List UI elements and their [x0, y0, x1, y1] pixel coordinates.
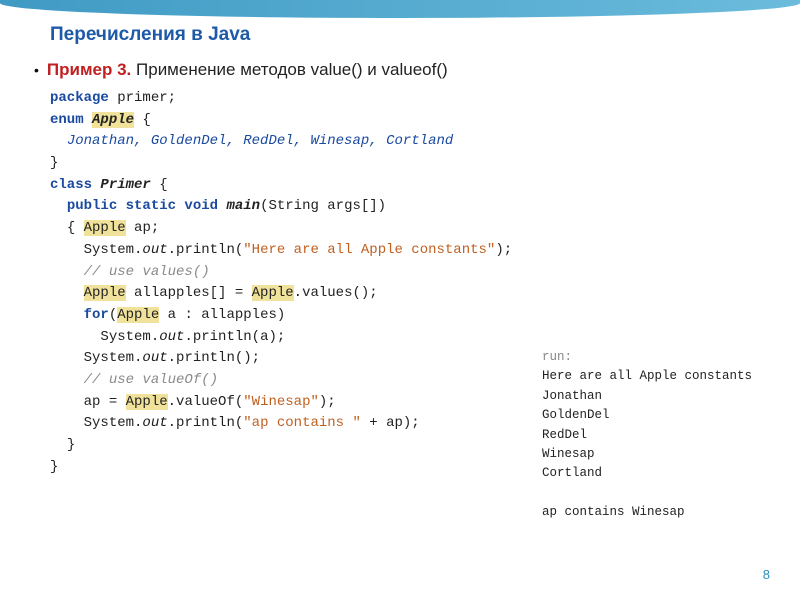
code-text: }: [50, 459, 58, 475]
code-kw: for: [84, 307, 109, 323]
code-text: {: [67, 220, 84, 236]
output-line: Cortland: [542, 466, 602, 480]
code-text: .values();: [294, 285, 378, 301]
code-text: );: [495, 242, 512, 258]
output-block: run: Here are all Apple constants Jonath…: [542, 348, 772, 522]
output-line: GoldenDel: [542, 408, 610, 422]
code-comment: // use valueOf(): [84, 372, 218, 388]
code-text: .println(: [168, 242, 244, 258]
code-type: Apple: [84, 285, 126, 301]
code-out: out: [142, 242, 167, 258]
code-method: main: [226, 198, 260, 214]
code-text: primer;: [109, 90, 176, 106]
output-line: Jonathan: [542, 389, 602, 403]
code-out: out: [142, 415, 167, 431]
example-desc: Применение методов value() и valueof(): [136, 60, 448, 79]
code-text: {: [134, 112, 151, 128]
code-text: }: [50, 155, 58, 171]
output-line: RedDel: [542, 428, 587, 442]
page-number: 8: [763, 567, 770, 582]
code-kw: enum: [50, 112, 84, 128]
code-type: Apple: [126, 394, 168, 410]
code-text: System.: [84, 415, 143, 431]
code-text: allapples[] =: [126, 285, 252, 301]
slide-title: Перечисления в Java: [50, 24, 760, 46]
code-text: ap =: [84, 394, 126, 410]
code-type: Apple: [117, 307, 159, 323]
code-text: System.: [100, 329, 159, 345]
code-text: );: [319, 394, 336, 410]
bullet-icon: •: [34, 63, 39, 77]
code-string: "Here are all Apple constants": [243, 242, 495, 258]
code-text: (: [109, 307, 117, 323]
code-text: }: [67, 437, 75, 453]
code-text: .println(a);: [184, 329, 285, 345]
code-text: {: [151, 177, 168, 193]
example-label: Пример 3.: [47, 60, 131, 79]
code-comment: // use values(): [84, 264, 210, 280]
code-text: .println();: [168, 350, 260, 366]
code-text: (String args[]): [260, 198, 386, 214]
code-string: "Winesap": [243, 394, 319, 410]
code-text: a : allapples): [159, 307, 285, 323]
output-line: ap contains Winesap: [542, 505, 685, 519]
output-line: Winesap: [542, 447, 595, 461]
code-kw: public static void: [67, 198, 218, 214]
code-kw: package: [50, 90, 109, 106]
output-run: run:: [542, 350, 572, 364]
code-text: System.: [84, 350, 143, 366]
code-out: out: [159, 329, 184, 345]
code-text: .println(: [168, 415, 244, 431]
example-bullet: • Пример 3. Применение методов value() и…: [34, 60, 760, 80]
example-text: Пример 3. Применение методов value() и v…: [47, 60, 448, 80]
code-text: + ap);: [361, 415, 420, 431]
code-string: "ap contains ": [243, 415, 361, 431]
code-type: Apple: [252, 285, 294, 301]
code-out: out: [142, 350, 167, 366]
output-line: Here are all Apple constants: [542, 369, 752, 383]
code-enum-values: Jonathan, GoldenDel, RedDel, Winesap, Co…: [67, 133, 453, 149]
code-enum-name: Apple: [92, 112, 134, 128]
code-class-name: Primer: [100, 177, 150, 193]
code-text: ap;: [126, 220, 160, 236]
code-text: System.: [84, 242, 143, 258]
code-type: Apple: [84, 220, 126, 236]
code-kw: class: [50, 177, 92, 193]
code-text: .valueOf(: [168, 394, 244, 410]
